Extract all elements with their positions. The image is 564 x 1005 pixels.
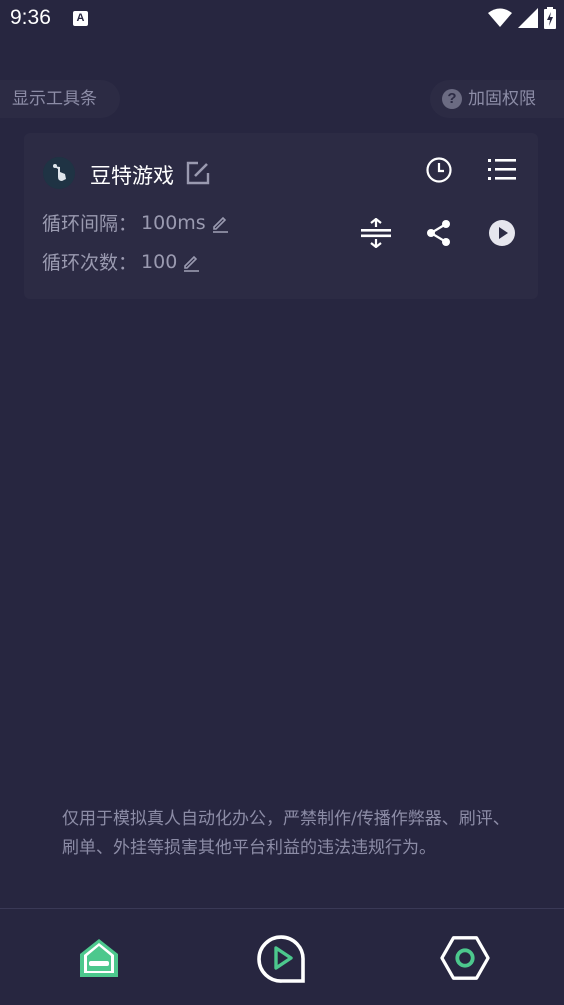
pencil-icon [184,255,200,272]
nav-home[interactable] [74,933,124,983]
play-record-icon [257,935,305,983]
notification-icon: A [73,11,88,26]
reinforce-permission-label: 加固权限 [468,89,536,109]
script-title: 豆特游戏 [90,164,174,188]
pencil-icon [212,216,228,233]
share-icon [427,220,450,246]
reinforce-permission-button[interactable]: ? 加固权限 [430,80,564,118]
split-button[interactable] [356,213,396,253]
app-icon [43,157,75,189]
disclaimer-text: 仅用于模拟真人自动化办公，严禁制作/传播作弊器、刷评、刷单、外挂等损害其他平台利… [62,809,510,858]
list-icon [488,159,516,180]
home-icon [80,939,118,977]
bottom-nav [0,908,564,1005]
loop-interval-label: 循环间隔： [42,213,138,235]
play-button[interactable] [482,213,522,253]
steps-list-button[interactable] [482,150,522,190]
wifi-icon [488,8,512,27]
nav-record[interactable] [257,933,307,983]
show-toolbar-button[interactable]: 显示工具条 [0,80,120,118]
loop-count-row[interactable]: 循环次数： 100 [42,248,201,275]
play-icon [489,220,515,246]
battery-charging-icon [544,7,556,29]
signal-icon [518,8,538,28]
clock-icon [426,157,452,183]
loop-count-label: 循环次数： [42,252,138,274]
settings-hexagon-icon [440,936,490,980]
show-toolbar-label: 显示工具条 [12,89,97,109]
script-card[interactable]: 豆特游戏 循环间隔： 100ms 循环次数： 100 [24,133,538,299]
help-icon: ? [442,89,462,109]
status-bar: 9:36 A [0,0,564,38]
share-button[interactable] [419,213,459,253]
schedule-button[interactable] [419,150,459,190]
split-icon [361,218,391,248]
loop-interval-row[interactable]: 循环间隔： 100ms [42,209,230,236]
status-icons [488,7,556,29]
loop-interval-value: 100ms [141,211,206,234]
loop-count-value: 100 [141,250,178,273]
nav-settings[interactable] [440,933,490,983]
edit-title-icon[interactable] [184,159,212,187]
status-time: 9:36 [10,6,51,29]
